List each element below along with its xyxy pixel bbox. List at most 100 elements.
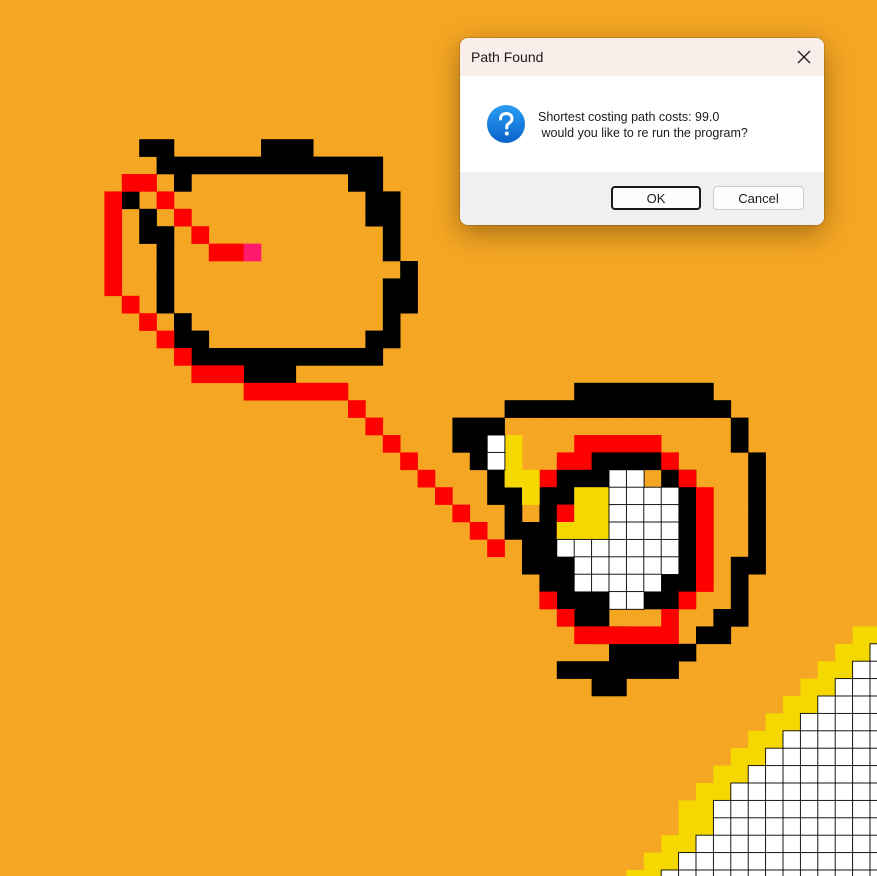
wall-cell xyxy=(243,365,262,384)
wall-cell xyxy=(382,278,401,297)
wall-cell xyxy=(678,574,697,592)
open-cell xyxy=(799,730,819,749)
open-cell xyxy=(486,434,506,454)
path-cell xyxy=(696,504,714,523)
frontier-cell xyxy=(626,870,645,876)
wall-cell xyxy=(539,487,558,505)
wall-cell xyxy=(591,661,610,679)
wall-cell xyxy=(591,591,610,610)
ok-button[interactable]: OK xyxy=(611,186,701,210)
open-cell xyxy=(556,538,575,558)
open-cell xyxy=(625,521,645,541)
path-cell xyxy=(208,365,227,384)
wall-cell xyxy=(678,643,697,662)
path-found-dialog: Path Found Shortest costing path costs: … xyxy=(460,38,824,225)
path-cell xyxy=(643,626,662,645)
wall-cell xyxy=(365,348,384,366)
wall-cell xyxy=(626,452,645,471)
open-cell xyxy=(852,765,871,784)
question-icon xyxy=(487,105,525,143)
open-cell xyxy=(869,817,877,836)
wall-cell xyxy=(643,661,662,679)
wall-cell xyxy=(191,348,210,366)
path-cell xyxy=(104,208,123,227)
wall-cell xyxy=(748,556,766,575)
open-cell xyxy=(765,765,784,784)
wall-cell xyxy=(730,591,749,610)
frontier-cell xyxy=(817,678,836,697)
frontier-cell xyxy=(574,487,592,505)
open-cell xyxy=(608,556,628,575)
open-cell xyxy=(852,782,871,802)
frontier-cell xyxy=(748,748,766,766)
open-cell xyxy=(869,852,877,871)
wall-cell xyxy=(748,522,766,540)
open-cell xyxy=(817,799,836,819)
wall-cell xyxy=(522,539,540,558)
open-cell xyxy=(782,730,802,749)
wall-cell xyxy=(609,661,627,679)
open-cell xyxy=(817,695,836,715)
open-cell xyxy=(643,504,662,523)
open-cell xyxy=(799,712,819,732)
open-cell xyxy=(852,799,871,819)
frontier-cell xyxy=(591,487,610,505)
close-button[interactable] xyxy=(788,41,820,73)
wall-cell xyxy=(452,417,471,436)
wall-cell xyxy=(661,643,679,662)
wall-cell xyxy=(295,139,314,157)
wall-cell xyxy=(574,609,592,627)
path-cell xyxy=(139,174,157,192)
path-cell xyxy=(609,626,627,645)
open-cell xyxy=(852,852,871,871)
open-cell xyxy=(608,504,628,523)
wall-cell xyxy=(261,139,279,157)
wall-cell xyxy=(609,678,627,697)
wall-cell xyxy=(365,208,384,227)
wall-cell xyxy=(574,469,592,488)
path-cell xyxy=(104,243,123,262)
wall-cell xyxy=(139,139,157,157)
path-cell xyxy=(382,435,401,453)
wall-cell xyxy=(156,226,175,244)
frontier-cell xyxy=(765,713,784,732)
wall-cell xyxy=(643,382,662,401)
open-cell xyxy=(834,730,854,749)
wall-cell xyxy=(591,452,610,471)
wall-cell xyxy=(678,504,697,523)
cancel-button[interactable]: Cancel xyxy=(713,186,804,210)
frontier-cell xyxy=(852,626,871,645)
frontier-cell xyxy=(504,469,523,488)
frontier-cell xyxy=(817,661,836,679)
path-cell xyxy=(643,435,662,453)
wall-cell xyxy=(609,382,627,401)
wall-cell xyxy=(504,487,523,505)
wall-cell xyxy=(661,661,679,679)
open-cell xyxy=(817,765,836,784)
path-cell xyxy=(348,400,366,418)
open-cell xyxy=(852,817,871,836)
wall-cell xyxy=(382,191,401,210)
open-cell xyxy=(730,817,749,836)
wall-cell xyxy=(365,191,384,210)
frontier-cell xyxy=(835,661,853,679)
open-cell xyxy=(869,712,877,732)
open-cell xyxy=(817,869,836,876)
wall-cell xyxy=(226,156,244,175)
open-cell xyxy=(852,869,871,876)
wall-cell xyxy=(748,452,766,471)
wall-cell xyxy=(382,295,401,314)
wall-cell xyxy=(504,522,523,540)
open-cell xyxy=(591,556,610,575)
path-cell xyxy=(469,522,488,540)
wall-cell xyxy=(539,556,558,575)
frontier-cell xyxy=(591,504,610,523)
open-cell xyxy=(643,486,662,506)
open-cell xyxy=(591,538,610,558)
open-cell xyxy=(486,451,506,471)
wall-cell xyxy=(365,174,384,192)
open-cell xyxy=(817,747,836,767)
target-cell xyxy=(243,243,262,262)
frontier-cell xyxy=(643,852,662,871)
wall-cell xyxy=(278,139,297,157)
